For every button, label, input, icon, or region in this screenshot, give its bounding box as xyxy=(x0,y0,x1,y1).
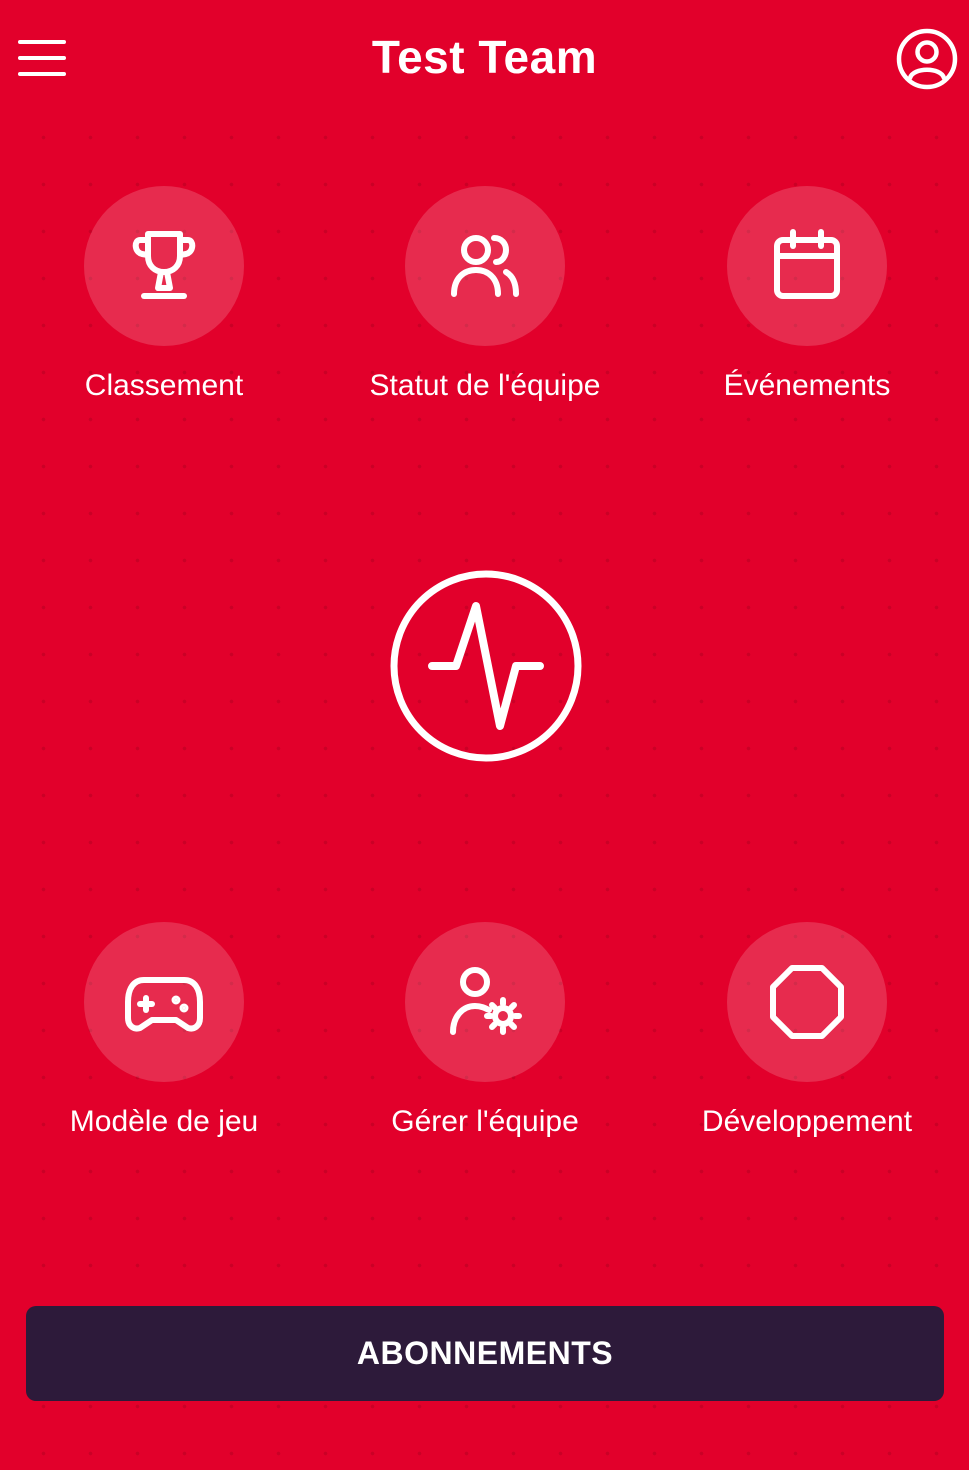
tile-circle xyxy=(727,922,887,1082)
subscriptions-button[interactable]: ABONNEMENTS xyxy=(26,1306,944,1401)
user-settings-icon xyxy=(450,967,522,1035)
activity-pulse-button[interactable] xyxy=(388,568,584,764)
tile-label: Classement xyxy=(84,369,244,402)
tile-label: Événements xyxy=(723,369,891,402)
octagon-icon xyxy=(770,965,844,1039)
tile-modele-de-jeu[interactable]: Modèle de jeu xyxy=(14,922,314,1140)
subscriptions-button-label: ABONNEMENTS xyxy=(356,1335,614,1371)
page-title: Test Team xyxy=(371,31,598,83)
tile-label: Modèle de jeu xyxy=(69,1105,259,1138)
user-circle-icon[interactable] xyxy=(896,28,958,90)
tile-label: Gérer l'équipe xyxy=(391,1105,579,1138)
activity-pulse-icon xyxy=(390,570,582,762)
tile-circle xyxy=(727,186,887,346)
tile-circle xyxy=(405,922,565,1082)
tile-gerer-equipe[interactable]: Gérer l'équipe xyxy=(335,922,635,1140)
tile-evenements[interactable]: Événements xyxy=(657,186,957,404)
gamepad-icon xyxy=(125,977,203,1032)
tile-developpement[interactable]: Développement xyxy=(657,922,957,1140)
top-bar: Test Team xyxy=(0,0,969,118)
tile-label: Statut de l'équipe xyxy=(369,369,601,402)
tile-circle xyxy=(84,186,244,346)
tile-circle xyxy=(405,186,565,346)
tile-statut-equipe[interactable]: Statut de l'équipe xyxy=(335,186,635,404)
calendar-icon xyxy=(774,229,840,299)
users-icon xyxy=(451,235,519,297)
trophy-icon xyxy=(132,231,196,299)
tile-classement[interactable]: Classement xyxy=(14,186,314,404)
tile-label: Développement xyxy=(701,1105,913,1138)
tile-circle xyxy=(84,922,244,1082)
